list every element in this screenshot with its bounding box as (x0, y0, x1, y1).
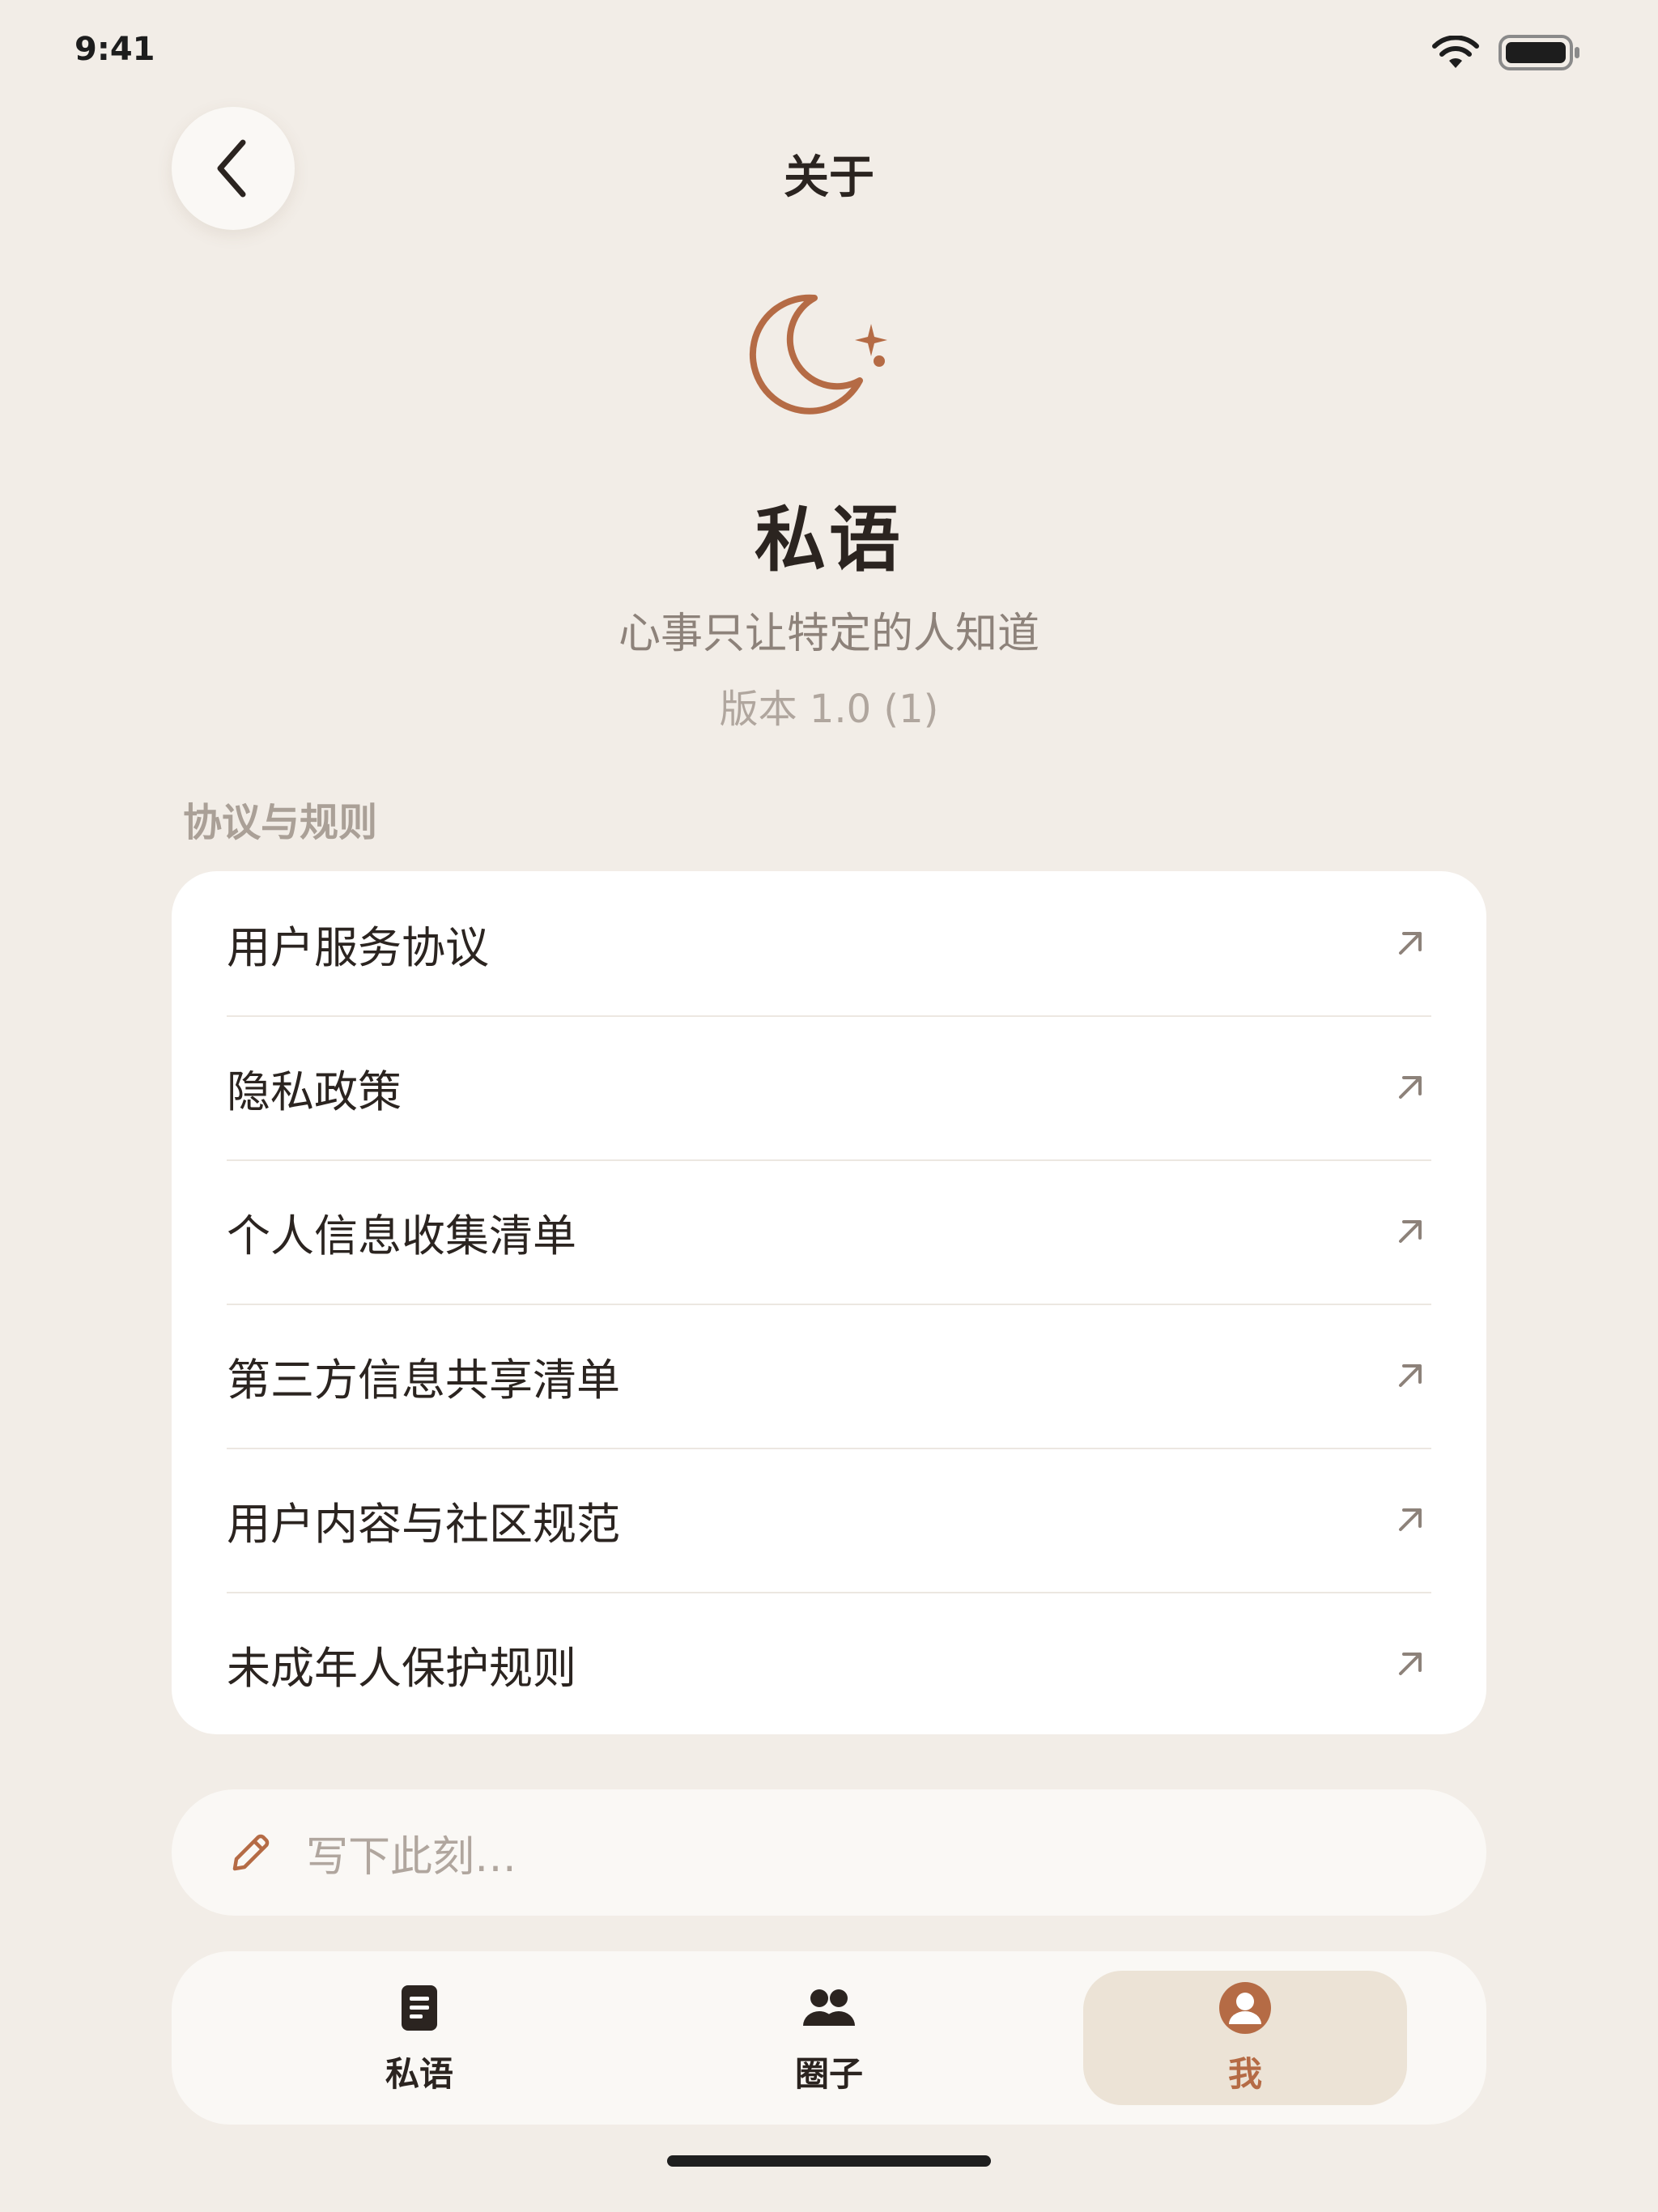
home-indicator (667, 2155, 991, 2167)
document-icon (402, 1984, 437, 2031)
pencil-icon (232, 1834, 270, 1871)
tab-label: 我 (1227, 2053, 1262, 2094)
list-item-label: 隐私政策 (227, 1066, 402, 1117)
agreements-list: 用户服务协议 隐私政策 个人信息收集清单 第三方信息共享清单 用户内容与社区规范… (172, 871, 1486, 1734)
list-item-label: 第三方信息共享清单 (227, 1354, 620, 1406)
tab-bar: 私语 圈子 我 (172, 1951, 1486, 2125)
tab-me[interactable]: 我 (1083, 1971, 1407, 2105)
list-item-user-agreement[interactable]: 用户服务协议 (227, 871, 1431, 1017)
status-time: 9:41 (74, 31, 155, 68)
list-item-minor-protection[interactable]: 未成年人保护规则 (227, 1592, 1431, 1736)
external-arrow-icon (1399, 1076, 1422, 1099)
moon-star-icon (749, 294, 887, 415)
group-icon (803, 1989, 855, 2026)
wifi-icon (1432, 36, 1479, 68)
external-arrow-icon (1399, 1653, 1422, 1675)
external-arrow-icon (1399, 1508, 1422, 1531)
compose-input[interactable]: 写下此刻… (172, 1789, 1486, 1916)
section-title: 协议与规则 (183, 800, 378, 845)
app-version: 版本 1.0 (1) (719, 687, 939, 732)
list-item-label: 用户内容与社区规范 (227, 1498, 620, 1550)
compose-placeholder: 写下此刻… (306, 1832, 517, 1882)
external-arrow-icon (1399, 1364, 1422, 1387)
list-item-label: 用户服务协议 (227, 921, 489, 973)
list-item-third-party-sharing[interactable]: 第三方信息共享清单 (227, 1304, 1431, 1449)
app-name: 私语 (754, 498, 903, 581)
list-item-privacy-policy[interactable]: 隐私政策 (227, 1015, 1431, 1161)
external-arrow-icon (1399, 932, 1422, 955)
list-item-label: 未成年人保护规则 (227, 1642, 576, 1694)
external-arrow-icon (1399, 1220, 1422, 1243)
profile-icon (1219, 1981, 1271, 2034)
app-tagline: 心事只让特定的人知道 (618, 610, 1039, 658)
list-item-label: 个人信息收集清单 (227, 1210, 576, 1261)
list-item-data-collection[interactable]: 个人信息收集清单 (227, 1159, 1431, 1305)
tab-circles[interactable]: 圈子 (667, 1971, 991, 2105)
page-title: 关于 (784, 151, 874, 204)
tab-label: 圈子 (794, 2053, 863, 2094)
tab-label: 私语 (385, 2053, 453, 2094)
battery-icon (1499, 35, 1579, 70)
list-item-community-guidelines[interactable]: 用户内容与社区规范 (227, 1448, 1431, 1593)
tab-whispers[interactable]: 私语 (257, 1971, 581, 2105)
